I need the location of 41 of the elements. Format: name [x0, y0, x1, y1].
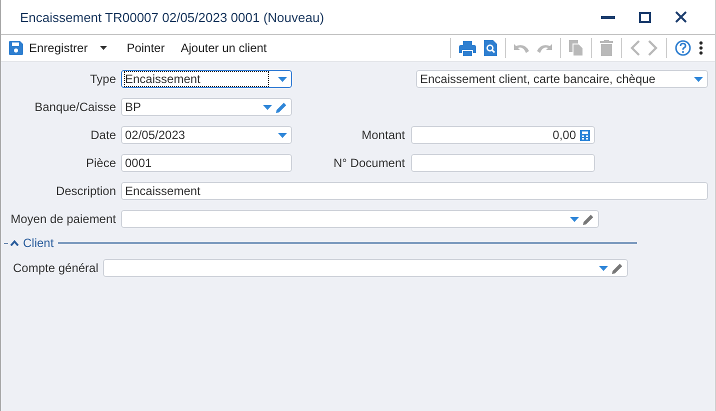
field-label: Banque/Caisse [34, 100, 117, 114]
pencil-icon[interactable] [276, 102, 287, 112]
field-label: Type [88, 72, 117, 86]
amount-field[interactable]: 0,00 [411, 126, 595, 144]
save-button[interactable]: Enregistrer [7, 39, 115, 57]
field-label: N° Document [332, 156, 406, 170]
caret-icon [100, 46, 107, 50]
field-label: Moyen de paiement [10, 212, 117, 226]
minimize-icon[interactable] [601, 16, 615, 18]
close-icon[interactable] [675, 11, 687, 23]
more-icon[interactable] [699, 41, 703, 55]
type-detail-dropdown[interactable]: Encaissement client, carte bancaire, chèque [416, 70, 708, 88]
printer-icon[interactable] [459, 40, 476, 56]
dropdown-caret-icon[interactable] [278, 76, 287, 82]
date-field[interactable]: 02/05/2023 [121, 126, 292, 144]
document-search-icon[interactable] [484, 40, 497, 56]
field-label: Montant [360, 128, 406, 142]
document-number-field[interactable] [411, 154, 595, 172]
client-section-toggle[interactable]: Client [10, 236, 58, 250]
calculator-icon[interactable] [580, 130, 590, 140]
pencil-icon[interactable] [612, 262, 624, 274]
field-label: Compte général [12, 261, 100, 275]
piece-field[interactable]: 0001 [121, 154, 292, 172]
description-field[interactable]: Encaissement [121, 182, 708, 200]
field-label: Date [90, 128, 117, 142]
toolbar-button[interactable]: Ajouter un client [178, 39, 275, 57]
toolbar-button[interactable]: Pointer [124, 39, 173, 57]
dropdown-caret-icon[interactable] [278, 132, 287, 138]
dropdown-caret-icon[interactable] [694, 76, 703, 82]
field-label: Pièce [84, 156, 117, 170]
pencil-icon[interactable] [583, 214, 594, 224]
help-icon[interactable] [675, 40, 691, 56]
maximize-icon[interactable] [639, 12, 651, 22]
window-title: Encaissement TR00007 02/05/2023 0001 (Nouveau) [20, 10, 324, 24]
bank-dropdown[interactable]: BP [121, 98, 292, 116]
chevron-icon [10, 240, 19, 246]
dropdown-caret-icon[interactable] [599, 266, 608, 270]
dropdown-caret-icon[interactable] [570, 216, 579, 222]
field-label: Description [54, 184, 117, 198]
dropdown-caret-icon[interactable] [263, 104, 272, 110]
type-dropdown[interactable]: Encaissement [121, 70, 292, 88]
